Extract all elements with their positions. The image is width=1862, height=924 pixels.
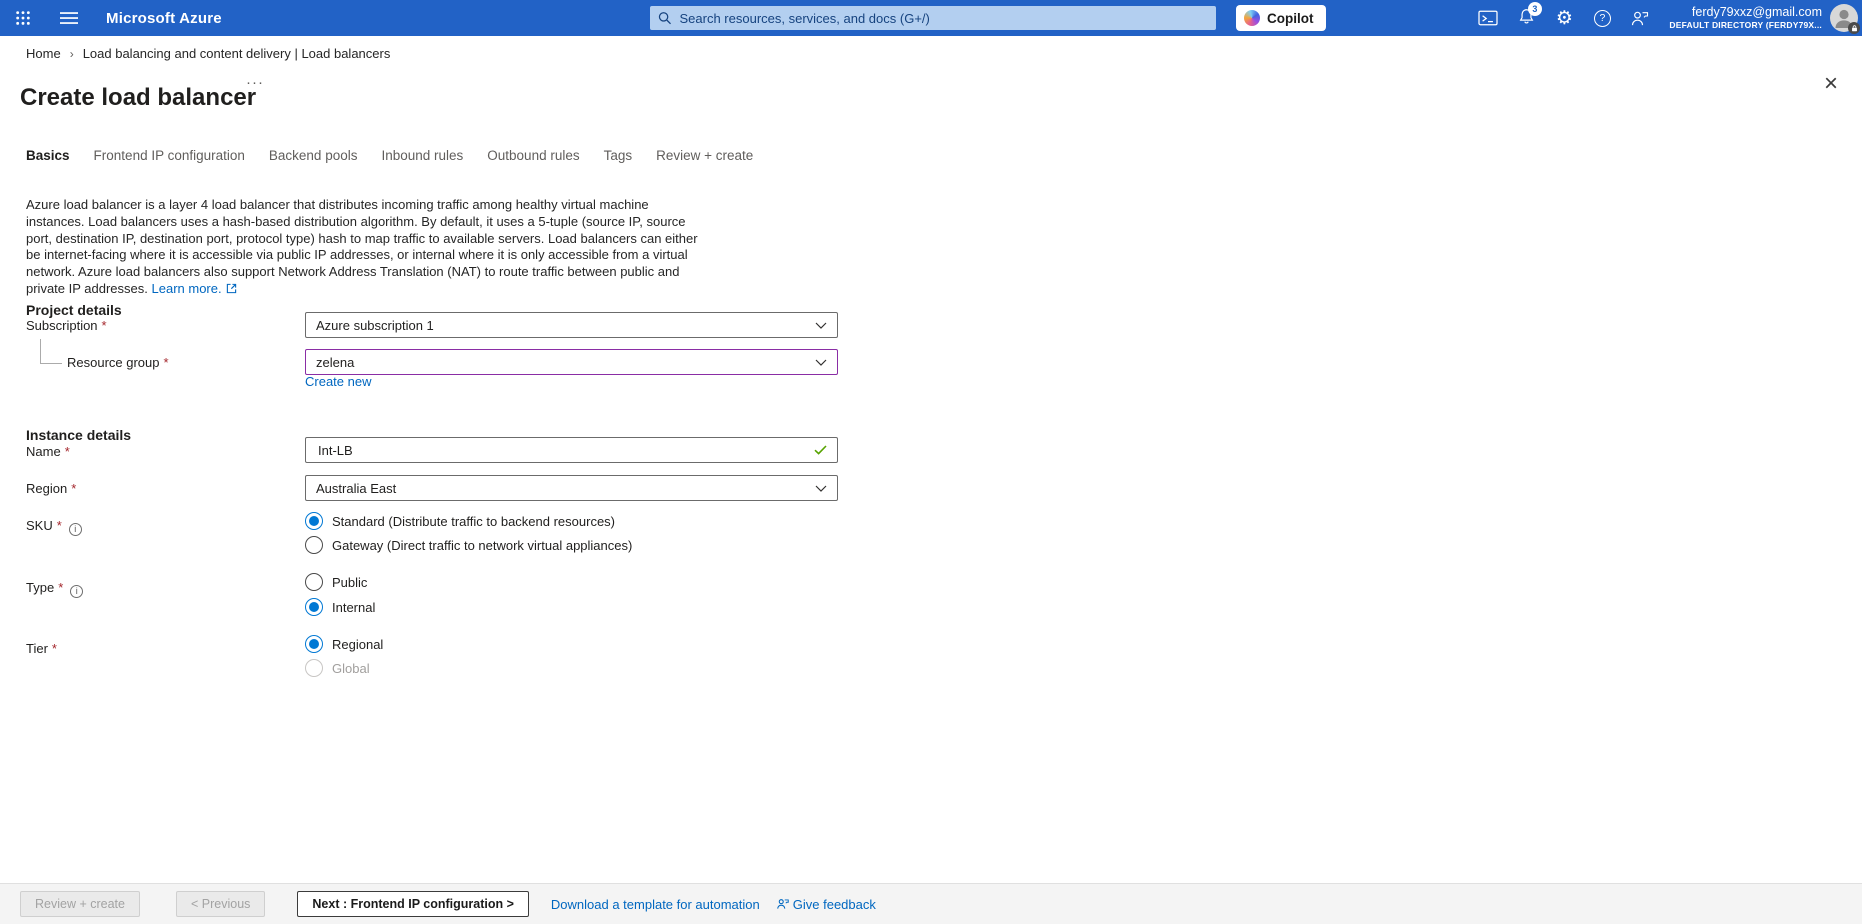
type-option-public[interactable]: Public — [305, 573, 367, 591]
search-icon — [658, 11, 672, 25]
breadcrumb: Home › Load balancing and content delivery… — [26, 46, 390, 61]
learn-more-link[interactable]: Learn more. — [152, 281, 222, 296]
tab-basics[interactable]: Basics — [26, 148, 70, 163]
subscription-label: Subscription* — [26, 318, 107, 333]
account-directory: DEFAULT DIRECTORY (FERDY79X... — [1669, 20, 1822, 30]
resource-group-select[interactable]: zelena — [305, 349, 838, 375]
next-button[interactable]: Next : Frontend IP configuration > — [297, 891, 529, 917]
required-asterisk: * — [57, 518, 62, 533]
settings-button[interactable]: ⚙ — [1545, 0, 1583, 36]
sku-label: SKU* — [26, 518, 82, 536]
review-create-button[interactable]: Review + create — [20, 891, 140, 917]
project-details-heading: Project details — [26, 302, 122, 318]
sku-option-gateway[interactable]: Gateway (Direct traffic to network virtu… — [305, 536, 632, 554]
radio-selected-icon — [305, 598, 323, 616]
azure-brand-link[interactable]: Microsoft Azure — [106, 10, 222, 27]
required-asterisk: * — [71, 481, 76, 496]
wizard-tabs: Basics Frontend IP configuration Backend… — [26, 148, 777, 163]
download-template-link[interactable]: Download a template for automation — [551, 897, 760, 912]
chevron-down-icon — [815, 322, 827, 329]
subscription-value: Azure subscription 1 — [316, 318, 434, 333]
tier-label: Tier* — [26, 641, 57, 656]
intro-text: Azure load balancer is a layer 4 load ba… — [26, 197, 698, 296]
instance-details-heading: Instance details — [26, 427, 131, 443]
radio-selected-icon — [305, 635, 323, 653]
external-link-icon — [226, 282, 237, 299]
resource-group-value: zelena — [316, 355, 354, 370]
feedback-button[interactable] — [1621, 0, 1659, 36]
chevron-down-icon — [815, 359, 827, 366]
search-input[interactable] — [678, 10, 1209, 27]
avatar[interactable] — [1830, 4, 1858, 32]
chevron-down-icon — [815, 485, 827, 492]
name-input[interactable] — [316, 442, 814, 459]
hamburger-menu-button[interactable] — [50, 0, 88, 36]
radio-selected-icon — [305, 512, 323, 530]
breadcrumb-home-link[interactable]: Home — [26, 46, 61, 61]
tab-review-create[interactable]: Review + create — [656, 148, 753, 163]
waffle-grid-icon — [15, 10, 31, 26]
type-label: Type* — [26, 580, 83, 598]
breadcrumb-separator: › — [70, 47, 74, 61]
help-button[interactable]: ? — [1583, 0, 1621, 36]
app-launcher-button[interactable] — [4, 0, 42, 36]
copilot-label: Copilot — [1267, 11, 1314, 26]
notifications-button[interactable]: 3 — [1507, 0, 1545, 36]
copilot-button[interactable]: Copilot — [1236, 5, 1326, 31]
info-icon[interactable] — [70, 585, 83, 598]
type-option-internal[interactable]: Internal — [305, 598, 375, 616]
top-bar-right: 3 ⚙ ? ferdy79xxz@gmail.com DEFAULT DIREC… — [1469, 0, 1862, 36]
help-icon: ? — [1594, 10, 1611, 27]
cloud-shell-icon — [1478, 9, 1498, 27]
hamburger-icon — [60, 10, 78, 26]
region-label: Region* — [26, 481, 76, 496]
radio-disabled-icon — [305, 659, 323, 677]
give-feedback-link[interactable]: Give feedback — [793, 897, 876, 912]
resource-group-label: Resource group* — [67, 355, 169, 370]
valid-check-icon — [814, 445, 827, 455]
tab-inbound-rules[interactable]: Inbound rules — [381, 148, 463, 163]
radio-unselected-icon — [305, 536, 323, 554]
account-email: ferdy79xxz@gmail.com — [1669, 5, 1822, 20]
give-feedback-icon — [776, 897, 790, 911]
cloud-shell-button[interactable] — [1469, 0, 1507, 36]
close-icon[interactable]: × — [1824, 72, 1838, 96]
notification-count-badge: 3 — [1528, 2, 1542, 16]
required-asterisk: * — [52, 641, 57, 656]
name-field — [305, 437, 838, 463]
account-info[interactable]: ferdy79xxz@gmail.com DEFAULT DIRECTORY (… — [1669, 5, 1822, 30]
info-icon[interactable] — [69, 523, 82, 536]
feedback-person-icon — [1630, 9, 1650, 28]
tier-option-regional[interactable]: Regional — [305, 635, 383, 653]
intro-paragraph: Azure load balancer is a layer 4 load ba… — [26, 197, 708, 299]
gear-icon: ⚙ — [1556, 9, 1573, 28]
tab-frontend-ip-configuration[interactable]: Frontend IP configuration — [94, 148, 245, 163]
copilot-icon — [1244, 10, 1260, 26]
more-options-button[interactable]: ··· — [246, 74, 264, 91]
create-new-link[interactable]: Create new — [305, 374, 371, 389]
wizard-footer: Review + create < Previous Next : Fronte… — [0, 883, 1862, 924]
tier-option-global: Global — [305, 659, 370, 677]
tab-backend-pools[interactable]: Backend pools — [269, 148, 358, 163]
previous-button[interactable]: < Previous — [176, 891, 265, 917]
name-label: Name* — [26, 444, 70, 459]
sku-option-standard[interactable]: Standard (Distribute traffic to backend … — [305, 512, 615, 530]
region-select[interactable]: Australia East — [305, 475, 838, 501]
field-connector-line — [40, 339, 62, 364]
tab-outbound-rules[interactable]: Outbound rules — [487, 148, 579, 163]
required-asterisk: * — [102, 318, 107, 333]
page-title: Create load balancer — [20, 84, 256, 112]
breadcrumb-current-link[interactable]: Load balancing and content delivery | Lo… — [83, 46, 391, 61]
radio-unselected-icon — [305, 573, 323, 591]
top-bar: Microsoft Azure Copilot 3 — [0, 0, 1862, 36]
give-feedback[interactable]: Give feedback — [776, 897, 876, 912]
tab-tags[interactable]: Tags — [604, 148, 633, 163]
lock-icon — [1848, 22, 1860, 34]
subscription-select[interactable]: Azure subscription 1 — [305, 312, 838, 338]
region-value: Australia East — [316, 481, 396, 496]
required-asterisk: * — [164, 355, 169, 370]
required-asterisk: * — [58, 580, 63, 595]
required-asterisk: * — [65, 444, 70, 459]
global-search[interactable] — [650, 6, 1216, 30]
